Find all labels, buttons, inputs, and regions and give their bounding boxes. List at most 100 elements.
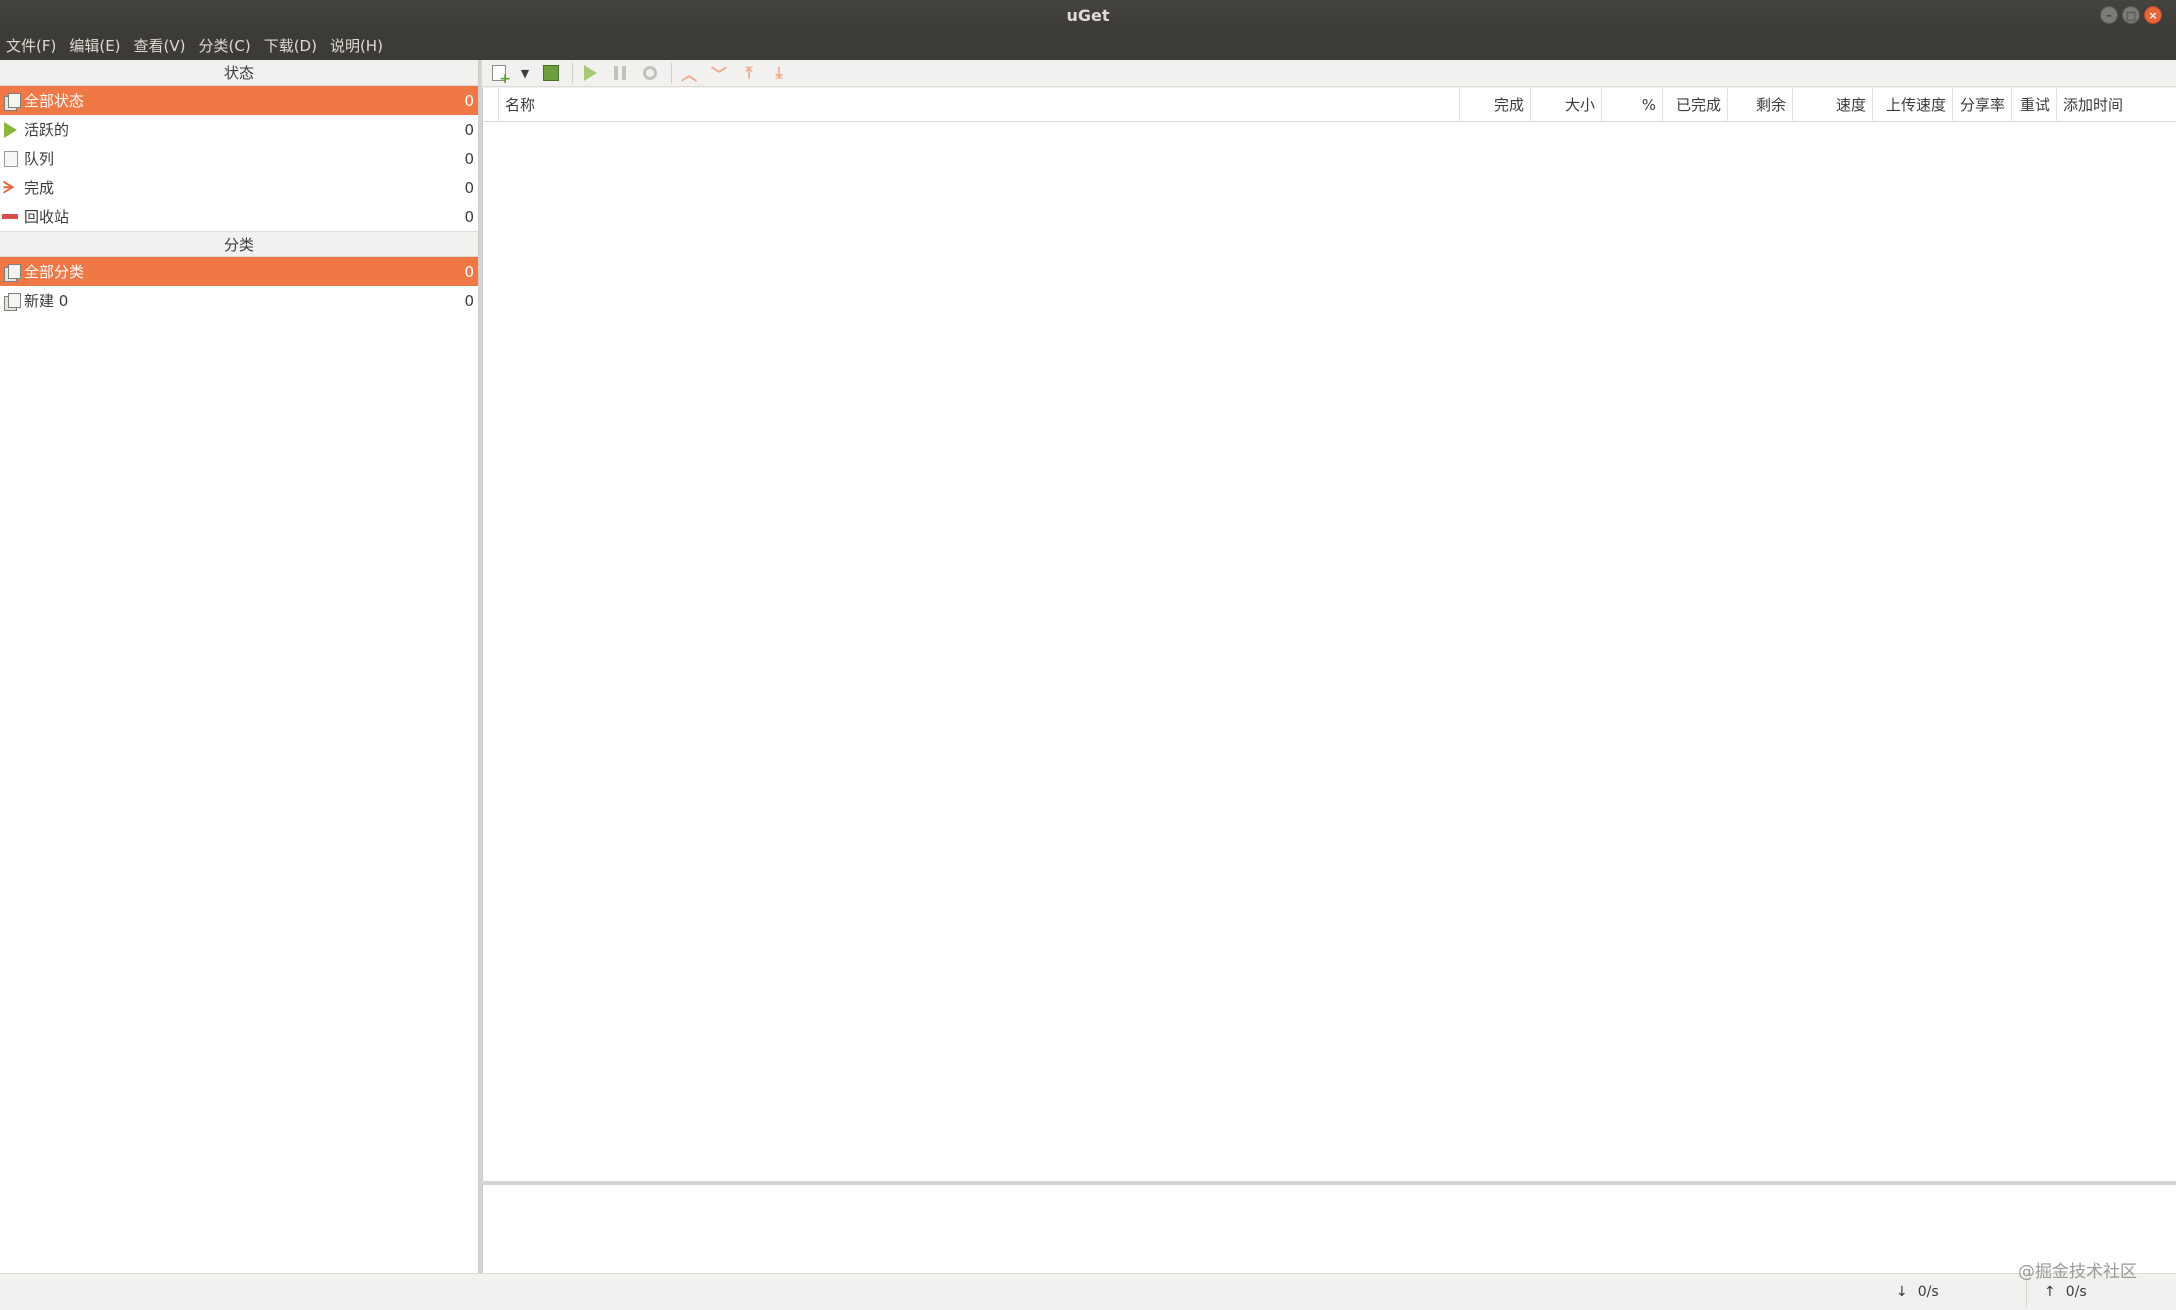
menu-download[interactable]: 下载(D) — [264, 35, 317, 56]
status-item-count: 0 — [464, 178, 474, 197]
column-retry[interactable]: 重试 — [2012, 88, 2057, 121]
column-label: 添加时间 — [2063, 96, 2124, 114]
download-speed-value: 0/s — [1917, 1284, 1939, 1300]
column-label: 速度 — [1835, 96, 1866, 114]
column-complete[interactable]: 完成 — [1460, 88, 1531, 121]
category-icon — [2, 292, 21, 311]
properties-icon — [643, 66, 657, 80]
menu-bar: 文件(F) 编辑(E) 查看(V) 分类(C) 下载(D) 说明(H) — [0, 30, 2176, 60]
toolbar-separator — [671, 63, 672, 83]
column-completed[interactable]: 已完成 — [1663, 88, 1728, 121]
column-label: % — [1641, 95, 1656, 114]
menu-edit[interactable]: 编辑(E) — [69, 35, 120, 56]
category-header[interactable]: 分类 — [0, 231, 478, 257]
window-controls: – □ × — [2100, 6, 2162, 24]
all-status-icon — [2, 92, 21, 111]
play-icon — [583, 65, 597, 81]
menu-view[interactable]: 查看(V) — [134, 35, 186, 56]
column-label: 大小 — [1564, 96, 1595, 114]
close-button[interactable]: × — [2144, 6, 2162, 24]
column-label: 重试 — [2019, 96, 2050, 114]
status-item-recycle[interactable]: 回收站 0 — [0, 202, 478, 231]
column-label: 上传速度 — [1885, 96, 1946, 114]
upload-speed: ↑ 0/s — [2044, 1284, 2087, 1300]
category-item-count: 0 — [464, 291, 474, 310]
category-item-label: 新建 0 — [24, 292, 69, 310]
status-item-finished[interactable]: ᗒ 完成 0 — [0, 173, 478, 202]
column-label: 剩余 — [1755, 96, 1786, 114]
move-top-button[interactable]: ⤒ — [736, 61, 762, 85]
status-separator — [2026, 1278, 2027, 1306]
sidebar: 状态 全部状态 0 活跃的 0 队列 0 ᗒ 完成 0 回收站 0 分类 全部分… — [0, 60, 479, 1273]
menu-help[interactable]: 说明(H) — [330, 35, 383, 56]
column-percent[interactable]: % — [1602, 88, 1663, 121]
uget-window: uGet – □ × 文件(F) 编辑(E) 查看(V) 分类(C) 下载(D)… — [0, 0, 2176, 1310]
category-header-label: 分类 — [223, 235, 254, 254]
status-bar: ↓ 0/s ↑ 0/s — [0, 1273, 2176, 1310]
maximize-button[interactable]: □ — [2122, 6, 2140, 24]
new-download-button[interactable] — [486, 61, 512, 86]
download-speed: ↓ 0/s — [1896, 1284, 1939, 1300]
minimize-button[interactable]: – — [2100, 6, 2118, 24]
category-item-label: 全部分类 — [24, 263, 85, 281]
menu-file[interactable]: 文件(F) — [6, 35, 56, 56]
column-upload-speed[interactable]: 上传速度 — [1873, 88, 1953, 121]
maximize-icon: □ — [2125, 8, 2137, 22]
category-item-count: 0 — [464, 262, 474, 281]
pause-button[interactable] — [607, 61, 633, 85]
toolbar-separator — [572, 63, 573, 83]
download-list[interactable]: 名称 完成 大小 % 已完成 剩余 速度 上传速度 分享率 重试 添加时间 — [482, 88, 2176, 1181]
move-top-icon: ⤒ — [745, 63, 753, 82]
column-spacer — [483, 88, 499, 121]
column-ratio[interactable]: 分享率 — [1953, 88, 2012, 121]
column-size[interactable]: 大小 — [1531, 88, 1602, 121]
finished-icon: ᗒ — [3, 177, 15, 197]
status-item-count: 0 — [464, 120, 474, 139]
close-icon: × — [2148, 8, 2158, 22]
status-item-label: 活跃的 — [24, 121, 70, 139]
new-download-icon — [492, 65, 511, 86]
column-added-time[interactable]: 添加时间 — [2057, 88, 2176, 121]
move-down-button[interactable]: ﹀ — [706, 61, 732, 85]
status-item-queue[interactable]: 队列 0 — [0, 144, 478, 173]
upload-speed-value: 0/s — [2065, 1284, 2087, 1300]
save-icon — [543, 65, 559, 81]
move-bottom-button[interactable]: ⤓ — [766, 61, 792, 85]
status-header-label: 状态 — [223, 64, 254, 82]
menu-category[interactable]: 分类(C) — [199, 35, 251, 56]
status-header[interactable]: 状态 — [0, 60, 478, 86]
status-item-active[interactable]: 活跃的 0 — [0, 115, 478, 144]
status-item-label: 全部状态 — [24, 92, 85, 110]
move-bottom-icon: ⤓ — [775, 63, 783, 82]
move-up-button[interactable]: ︿ — [676, 61, 702, 85]
column-speed[interactable]: 速度 — [1793, 88, 1873, 121]
column-name[interactable]: 名称 — [499, 88, 1460, 121]
chevron-down-icon: ﹀ — [710, 65, 727, 84]
title-bar[interactable]: uGet – □ × — [0, 0, 2176, 30]
status-item-all[interactable]: 全部状态 0 — [0, 86, 478, 115]
minimize-icon: – — [2106, 8, 2112, 22]
column-remaining[interactable]: 剩余 — [1728, 88, 1793, 121]
start-button[interactable] — [577, 61, 603, 85]
recycle-icon — [2, 208, 20, 226]
all-category-icon — [2, 263, 21, 282]
status-item-label: 队列 — [24, 150, 55, 168]
watermark: @掘金技术社区 — [2018, 1262, 2137, 1282]
status-item-count: 0 — [464, 149, 474, 168]
status-item-label: 完成 — [24, 179, 55, 197]
download-arrow-icon: ↓ — [1896, 1284, 1908, 1300]
category-item-all[interactable]: 全部分类 0 — [0, 257, 478, 286]
upload-arrow-icon: ↑ — [2044, 1284, 2056, 1300]
column-label: 名称 — [505, 96, 536, 114]
list-header: 名称 完成 大小 % 已完成 剩余 速度 上传速度 分享率 重试 添加时间 — [483, 88, 2176, 122]
status-item-count: 0 — [464, 91, 474, 110]
save-button[interactable] — [538, 61, 564, 85]
column-label: 已完成 — [1675, 96, 1721, 114]
queue-icon — [2, 150, 20, 168]
download-detail-panel — [482, 1185, 2176, 1273]
properties-button[interactable] — [637, 61, 663, 85]
column-label: 分享率 — [1959, 96, 2005, 114]
chevron-down-icon: ▼ — [520, 66, 530, 80]
category-item-new[interactable]: 新建 0 0 — [0, 286, 478, 315]
new-download-dropdown[interactable]: ▼ — [516, 61, 534, 85]
